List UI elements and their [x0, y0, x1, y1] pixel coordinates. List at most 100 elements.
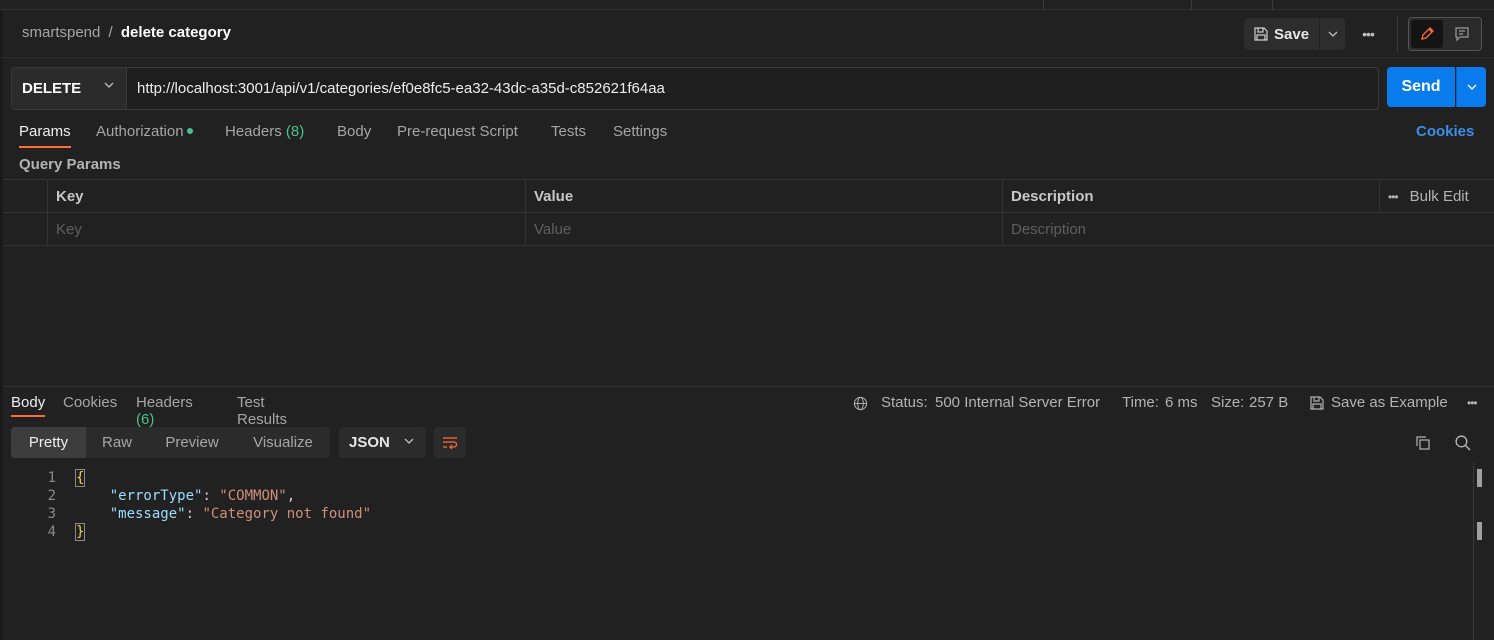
code-line: }	[74, 523, 86, 541]
more-options-icon[interactable]: •••	[1358, 26, 1378, 42]
line-number: 3	[47, 506, 56, 522]
tab-authorization[interactable]: Authorization	[96, 123, 193, 140]
bulk-edit: ••• Bulk Edit	[1379, 180, 1469, 213]
tab-response-headers-label: Headers	[136, 394, 193, 411]
column-description: Description	[1002, 180, 1379, 213]
chevron-down-icon	[1328, 31, 1337, 37]
wrap-lines-button[interactable]	[434, 427, 466, 458]
query-params-title: Query Params	[19, 156, 121, 173]
copy-icon[interactable]	[1415, 435, 1431, 451]
bulk-edit-button[interactable]: Bulk Edit	[1410, 188, 1469, 205]
divider	[1397, 16, 1398, 52]
pane-divider[interactable]	[3, 386, 1494, 387]
save-as-example-label: Save as Example	[1331, 394, 1448, 411]
code-line: {	[74, 469, 86, 487]
comment-icon	[1455, 27, 1469, 42]
tab-headers[interactable]: Headers (8)	[225, 123, 304, 140]
scrollbar-marker	[1477, 469, 1482, 487]
tab-test-results[interactable]: Test Results	[237, 394, 287, 428]
save-as-example-button[interactable]: Save as Example	[1310, 394, 1448, 411]
format-raw[interactable]: Raw	[86, 427, 148, 458]
key-input[interactable]: Key	[47, 213, 525, 246]
edit-mode-button[interactable]	[1411, 20, 1443, 48]
table-row: Key Value Description	[3, 213, 1494, 246]
method-select[interactable]: DELETE	[12, 68, 127, 109]
format-visualize[interactable]: Visualize	[236, 427, 330, 458]
save-button[interactable]: Save	[1244, 18, 1319, 50]
wrap-icon	[443, 436, 458, 449]
line-number: 4	[47, 524, 56, 540]
tab-strip	[0, 0, 1494, 10]
documentation-mode-button[interactable]	[1446, 20, 1478, 48]
json-value: "Category not found"	[202, 506, 372, 522]
language-label: JSON	[349, 434, 390, 451]
tab-tests[interactable]: Tests	[551, 123, 586, 140]
code-line: "message": "Category not found"	[109, 506, 372, 522]
send-options-button[interactable]	[1456, 67, 1486, 107]
line-number: 1	[47, 470, 56, 486]
status-value[interactable]: 500 Internal Server Error	[935, 394, 1100, 411]
editor-scrollbar[interactable]	[1473, 462, 1474, 640]
method-label: DELETE	[22, 80, 82, 97]
json-key: "errorType"	[109, 488, 203, 504]
language-select[interactable]: JSON	[339, 427, 426, 458]
size-value[interactable]: 257 B	[1249, 394, 1288, 411]
column-value: Value	[525, 180, 1002, 213]
code-line: "errorType": "COMMON",	[109, 488, 296, 504]
tab-divider	[1191, 0, 1192, 10]
json-value: "COMMON"	[219, 488, 287, 504]
tab-response-body[interactable]: Body	[11, 394, 46, 417]
json-comma: ,	[286, 488, 296, 504]
tab-settings[interactable]: Settings	[613, 123, 667, 140]
status-label: Status:	[881, 394, 928, 411]
table-header-row: Key Value Description ••• Bulk Edit	[3, 180, 1494, 213]
breadcrumb: smartspend / delete category	[22, 24, 231, 41]
tab-divider	[1272, 0, 1273, 10]
tab-headers-label: Headers	[225, 123, 282, 140]
breadcrumb-separator: /	[108, 24, 113, 41]
send-button[interactable]: Send	[1387, 67, 1455, 107]
tab-prerequest-script[interactable]: Pre-request Script	[397, 123, 518, 140]
globe-icon[interactable]	[853, 396, 868, 411]
left-edge	[0, 10, 3, 640]
scrollbar-marker	[1477, 522, 1482, 540]
tab-authorization-label: Authorization	[96, 123, 184, 140]
column-key: Key	[47, 180, 525, 213]
tab-response-headers[interactable]: Headers (6)	[136, 394, 193, 428]
tab-divider	[1043, 0, 1044, 10]
pencil-icon	[1421, 27, 1434, 40]
chevron-down-icon	[404, 438, 414, 444]
tab-response-cookies[interactable]: Cookies	[63, 394, 117, 411]
params-table: Key Value Description ••• Bulk Edit Key …	[3, 179, 1494, 246]
breadcrumb-request-name[interactable]: delete category	[121, 24, 231, 41]
breadcrumb-collection[interactable]: smartspend	[22, 24, 100, 41]
headers-count: (8)	[285, 123, 305, 140]
open-brace: {	[74, 469, 86, 487]
value-input[interactable]: Value	[525, 213, 1002, 246]
more-options-icon[interactable]: •••	[1467, 396, 1478, 410]
tab-params[interactable]: Params	[19, 123, 71, 148]
search-icon[interactable]	[1454, 434, 1471, 451]
save-label: Save	[1274, 25, 1310, 43]
url-input[interactable]	[137, 68, 1367, 109]
format-preview[interactable]: Preview	[148, 427, 236, 458]
request-tabs: Params Authorization Headers (8) Body Pr…	[0, 120, 1494, 152]
chevron-down-icon	[1467, 84, 1476, 90]
save-icon	[1254, 27, 1268, 41]
tab-body[interactable]: Body	[337, 123, 371, 140]
status-dot	[186, 128, 193, 134]
json-key: "message"	[109, 506, 186, 522]
cookies-link[interactable]: Cookies	[1416, 123, 1474, 140]
size-label: Size:	[1211, 394, 1245, 411]
save-options-button[interactable]	[1320, 18, 1345, 50]
chevron-down-icon	[104, 82, 114, 88]
close-brace: }	[74, 523, 86, 541]
response-headers-count: (6)	[136, 411, 155, 428]
time-value[interactable]: 6 ms	[1165, 394, 1198, 411]
format-pretty[interactable]: Pretty	[11, 427, 86, 458]
description-input[interactable]: Description	[1002, 213, 1494, 246]
save-icon	[1310, 395, 1324, 410]
more-options-icon[interactable]: •••	[1388, 190, 1399, 204]
line-number: 2	[47, 488, 56, 504]
time-label: Time:	[1122, 394, 1159, 411]
